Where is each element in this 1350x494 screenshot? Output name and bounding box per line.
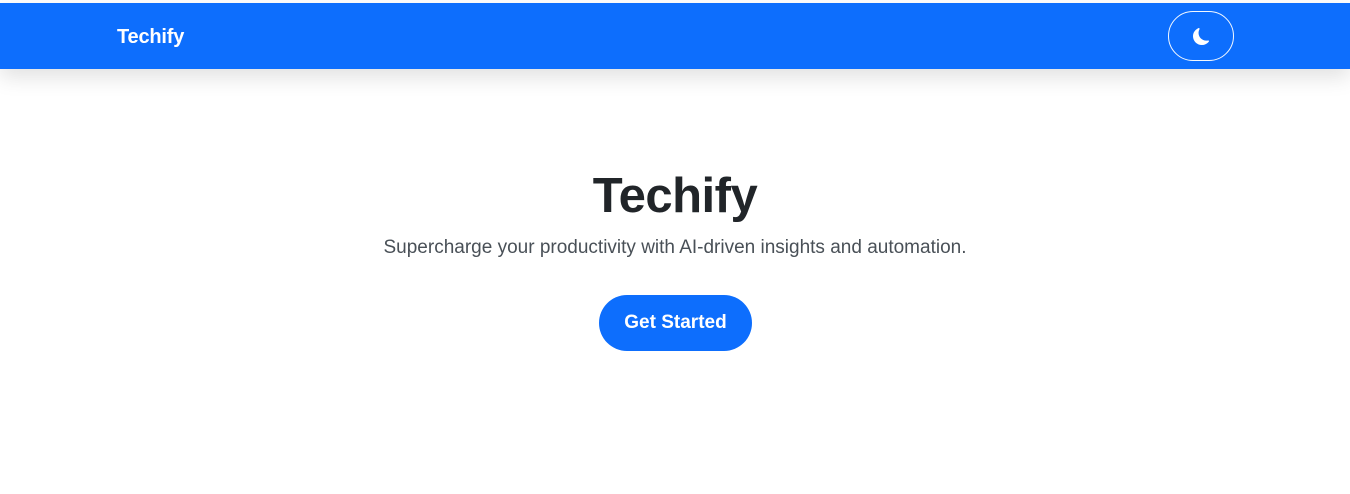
navbar: Techify (0, 3, 1350, 69)
brand-link[interactable]: Techify (117, 24, 184, 50)
hero-title: Techify (592, 169, 758, 223)
get-started-button[interactable]: Get Started (599, 295, 752, 351)
theme-toggle-button[interactable] (1168, 11, 1234, 61)
hero-subtitle: Supercharge your productivity with AI-dr… (383, 237, 967, 258)
moon-icon (1192, 27, 1210, 45)
